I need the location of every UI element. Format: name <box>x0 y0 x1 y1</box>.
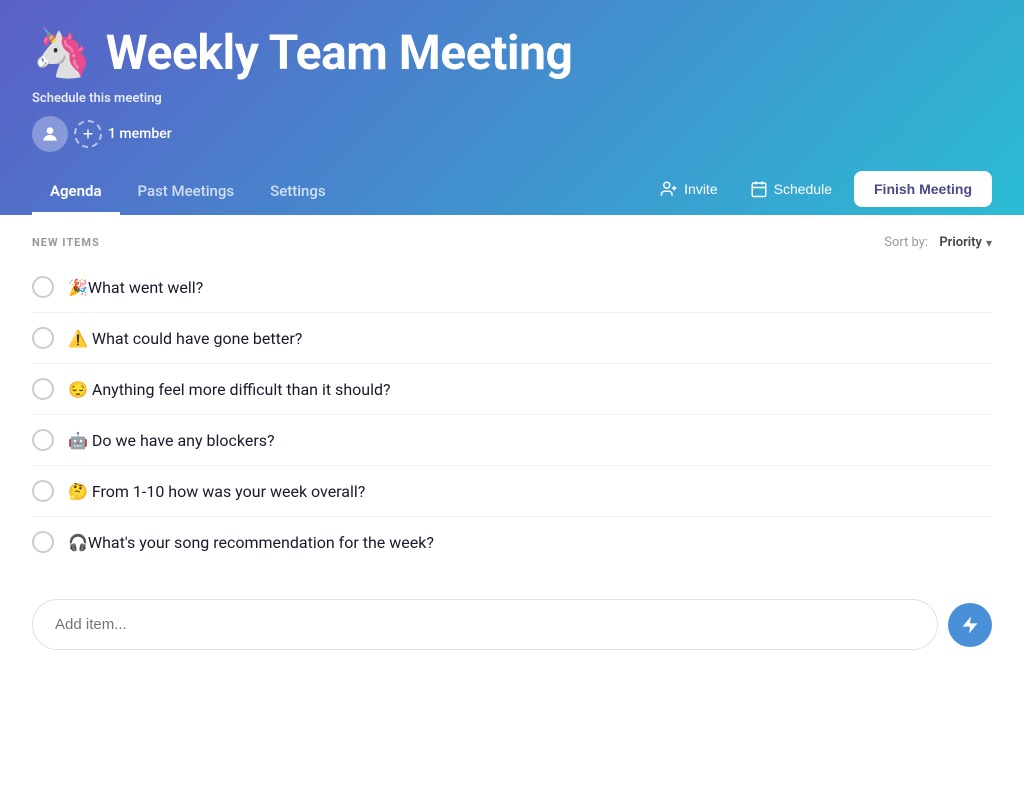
member-count: 1 member <box>108 126 172 142</box>
invite-label: Invite <box>684 181 717 197</box>
checkbox-5[interactable] <box>32 480 54 502</box>
invite-button[interactable]: Invite <box>650 174 727 204</box>
agenda-item-text: 🤔 From 1-10 how was your week overall? <box>68 482 365 501</box>
schedule-button[interactable]: Schedule <box>740 174 842 204</box>
schedule-label: Schedule this meeting <box>32 91 992 106</box>
agenda-list: 🎉What went well? ⚠️ What could have gone… <box>32 262 992 567</box>
sort-control[interactable]: Sort by: Priority ▾ <box>884 235 992 250</box>
content-area: NEW ITEMS Sort by: Priority ▾ 🎉What went… <box>0 215 1024 682</box>
section-label: NEW ITEMS <box>32 236 100 249</box>
nav-bar: Agenda Past Meetings Settings Invite <box>32 170 992 215</box>
avatar <box>32 116 68 152</box>
nav-tabs: Agenda Past Meetings Settings <box>32 170 344 215</box>
list-item: 🤔 From 1-10 how was your week overall? <box>32 466 992 517</box>
tab-past-meetings[interactable]: Past Meetings <box>120 170 253 215</box>
lightning-icon <box>960 615 980 635</box>
tab-settings[interactable]: Settings <box>252 170 344 215</box>
user-icon <box>40 124 60 144</box>
add-item-row <box>32 599 992 650</box>
tab-agenda[interactable]: Agenda <box>32 170 120 215</box>
list-item: 🎉What went well? <box>32 262 992 313</box>
agenda-item-text: 🎉What went well? <box>68 278 203 297</box>
section-header: NEW ITEMS Sort by: Priority ▾ <box>32 215 992 262</box>
lightning-button[interactable] <box>948 603 992 647</box>
calendar-icon <box>750 180 768 198</box>
schedule-label: Schedule <box>774 181 832 197</box>
chevron-down-icon: ▾ <box>986 236 992 250</box>
add-item-input[interactable] <box>32 599 938 650</box>
checkbox-4[interactable] <box>32 429 54 451</box>
agenda-item-text: ⚠️ What could have gone better? <box>68 329 302 348</box>
header-top: 🦄 Weekly Team Meeting <box>32 24 992 81</box>
agenda-item-text: 😔 Anything feel more difficult than it s… <box>68 380 391 399</box>
list-item: 🎧What's your song recommendation for the… <box>32 517 992 567</box>
nav-actions: Invite Schedule Finish Meeting <box>650 171 992 215</box>
agenda-item-text: 🤖 Do we have any blockers? <box>68 431 275 450</box>
checkbox-6[interactable] <box>32 531 54 553</box>
checkbox-2[interactable] <box>32 327 54 349</box>
header: 🦄 Weekly Team Meeting Schedule this meet… <box>0 0 1024 215</box>
checkbox-1[interactable] <box>32 276 54 298</box>
invite-icon <box>660 180 678 198</box>
list-item: 🤖 Do we have any blockers? <box>32 415 992 466</box>
agenda-item-text: 🎧What's your song recommendation for the… <box>68 533 434 552</box>
finish-meeting-button[interactable]: Finish Meeting <box>854 171 992 207</box>
list-item: 😔 Anything feel more difficult than it s… <box>32 364 992 415</box>
add-member-button[interactable]: + <box>74 120 102 148</box>
unicorn-icon: 🦄 <box>32 29 92 77</box>
sort-prefix: Sort by: <box>884 235 928 250</box>
list-item: ⚠️ What could have gone better? <box>32 313 992 364</box>
sort-value: Priority <box>939 235 982 250</box>
member-row: + 1 member <box>32 116 992 152</box>
checkbox-3[interactable] <box>32 378 54 400</box>
meeting-title: Weekly Team Meeting <box>106 24 573 81</box>
